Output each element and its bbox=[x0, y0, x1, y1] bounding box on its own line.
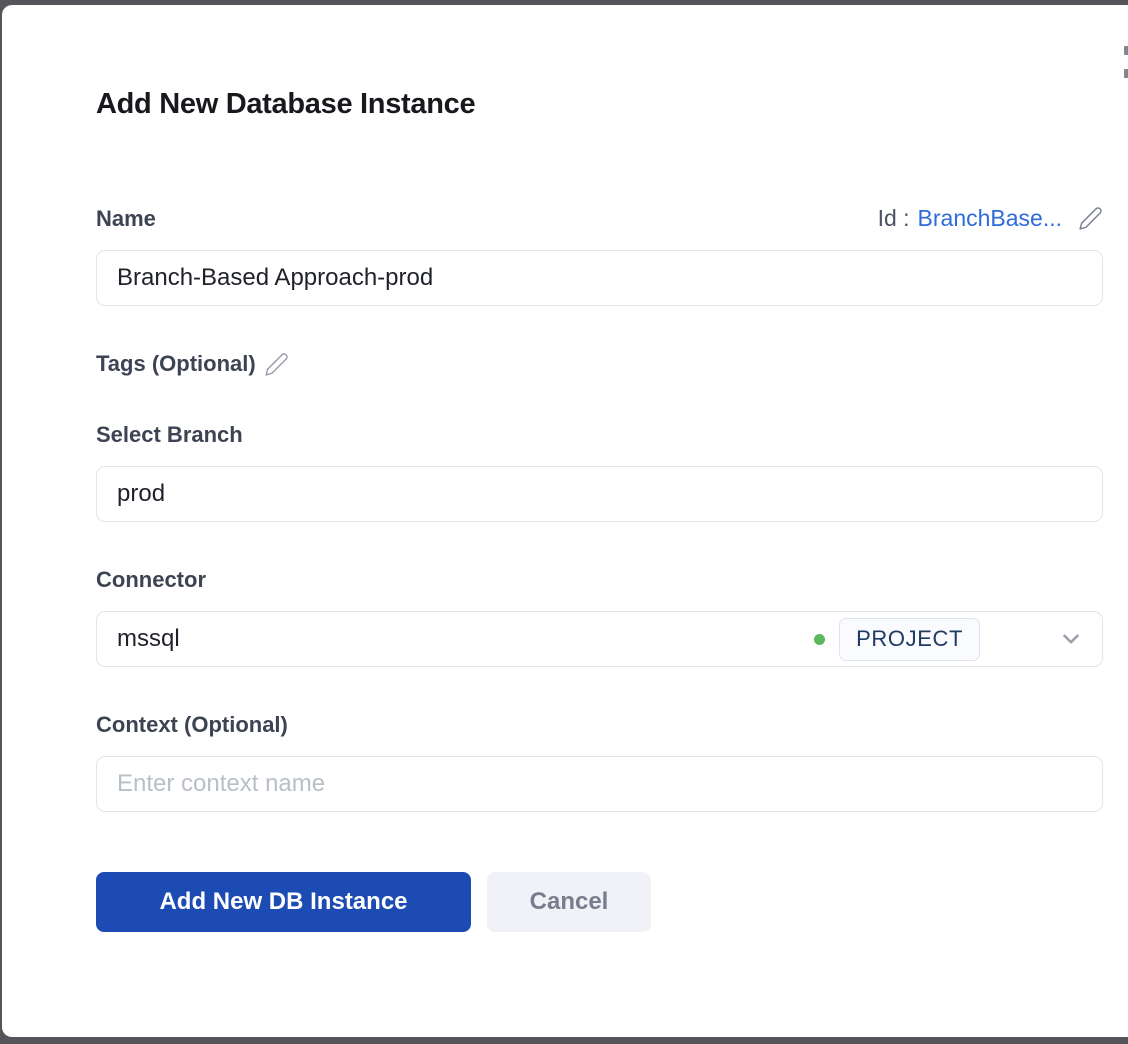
cancel-button[interactable]: Cancel bbox=[487, 872, 651, 932]
page-title: Add New Database Instance bbox=[96, 88, 1103, 121]
connector-label: Connector bbox=[96, 567, 1103, 593]
id-prefix-label: Id : bbox=[878, 205, 910, 232]
connector-value: mssql bbox=[117, 625, 180, 653]
name-label: Name bbox=[96, 206, 156, 232]
tags-label: Tags (Optional) bbox=[96, 351, 256, 377]
add-db-instance-button[interactable]: Add New DB Instance bbox=[96, 872, 471, 932]
clipped-close-icon[interactable] bbox=[1124, 46, 1128, 92]
name-input[interactable] bbox=[96, 250, 1103, 306]
add-db-instance-dialog: Add New Database Instance Name Id : Bran… bbox=[2, 5, 1128, 1037]
project-badge: PROJECT bbox=[839, 618, 980, 661]
chevron-down-icon[interactable] bbox=[1058, 626, 1084, 652]
edit-id-pencil-icon[interactable] bbox=[1078, 206, 1103, 231]
context-label: Context (Optional) bbox=[96, 712, 1103, 738]
branch-input[interactable] bbox=[96, 466, 1103, 522]
edit-tags-pencil-icon[interactable] bbox=[264, 352, 289, 377]
branch-label: Select Branch bbox=[96, 422, 1103, 448]
connector-select[interactable]: mssql PROJECT bbox=[96, 611, 1103, 667]
id-value-link[interactable]: BranchBase... bbox=[918, 205, 1062, 232]
status-dot-icon bbox=[814, 634, 825, 645]
context-input[interactable] bbox=[96, 756, 1103, 812]
